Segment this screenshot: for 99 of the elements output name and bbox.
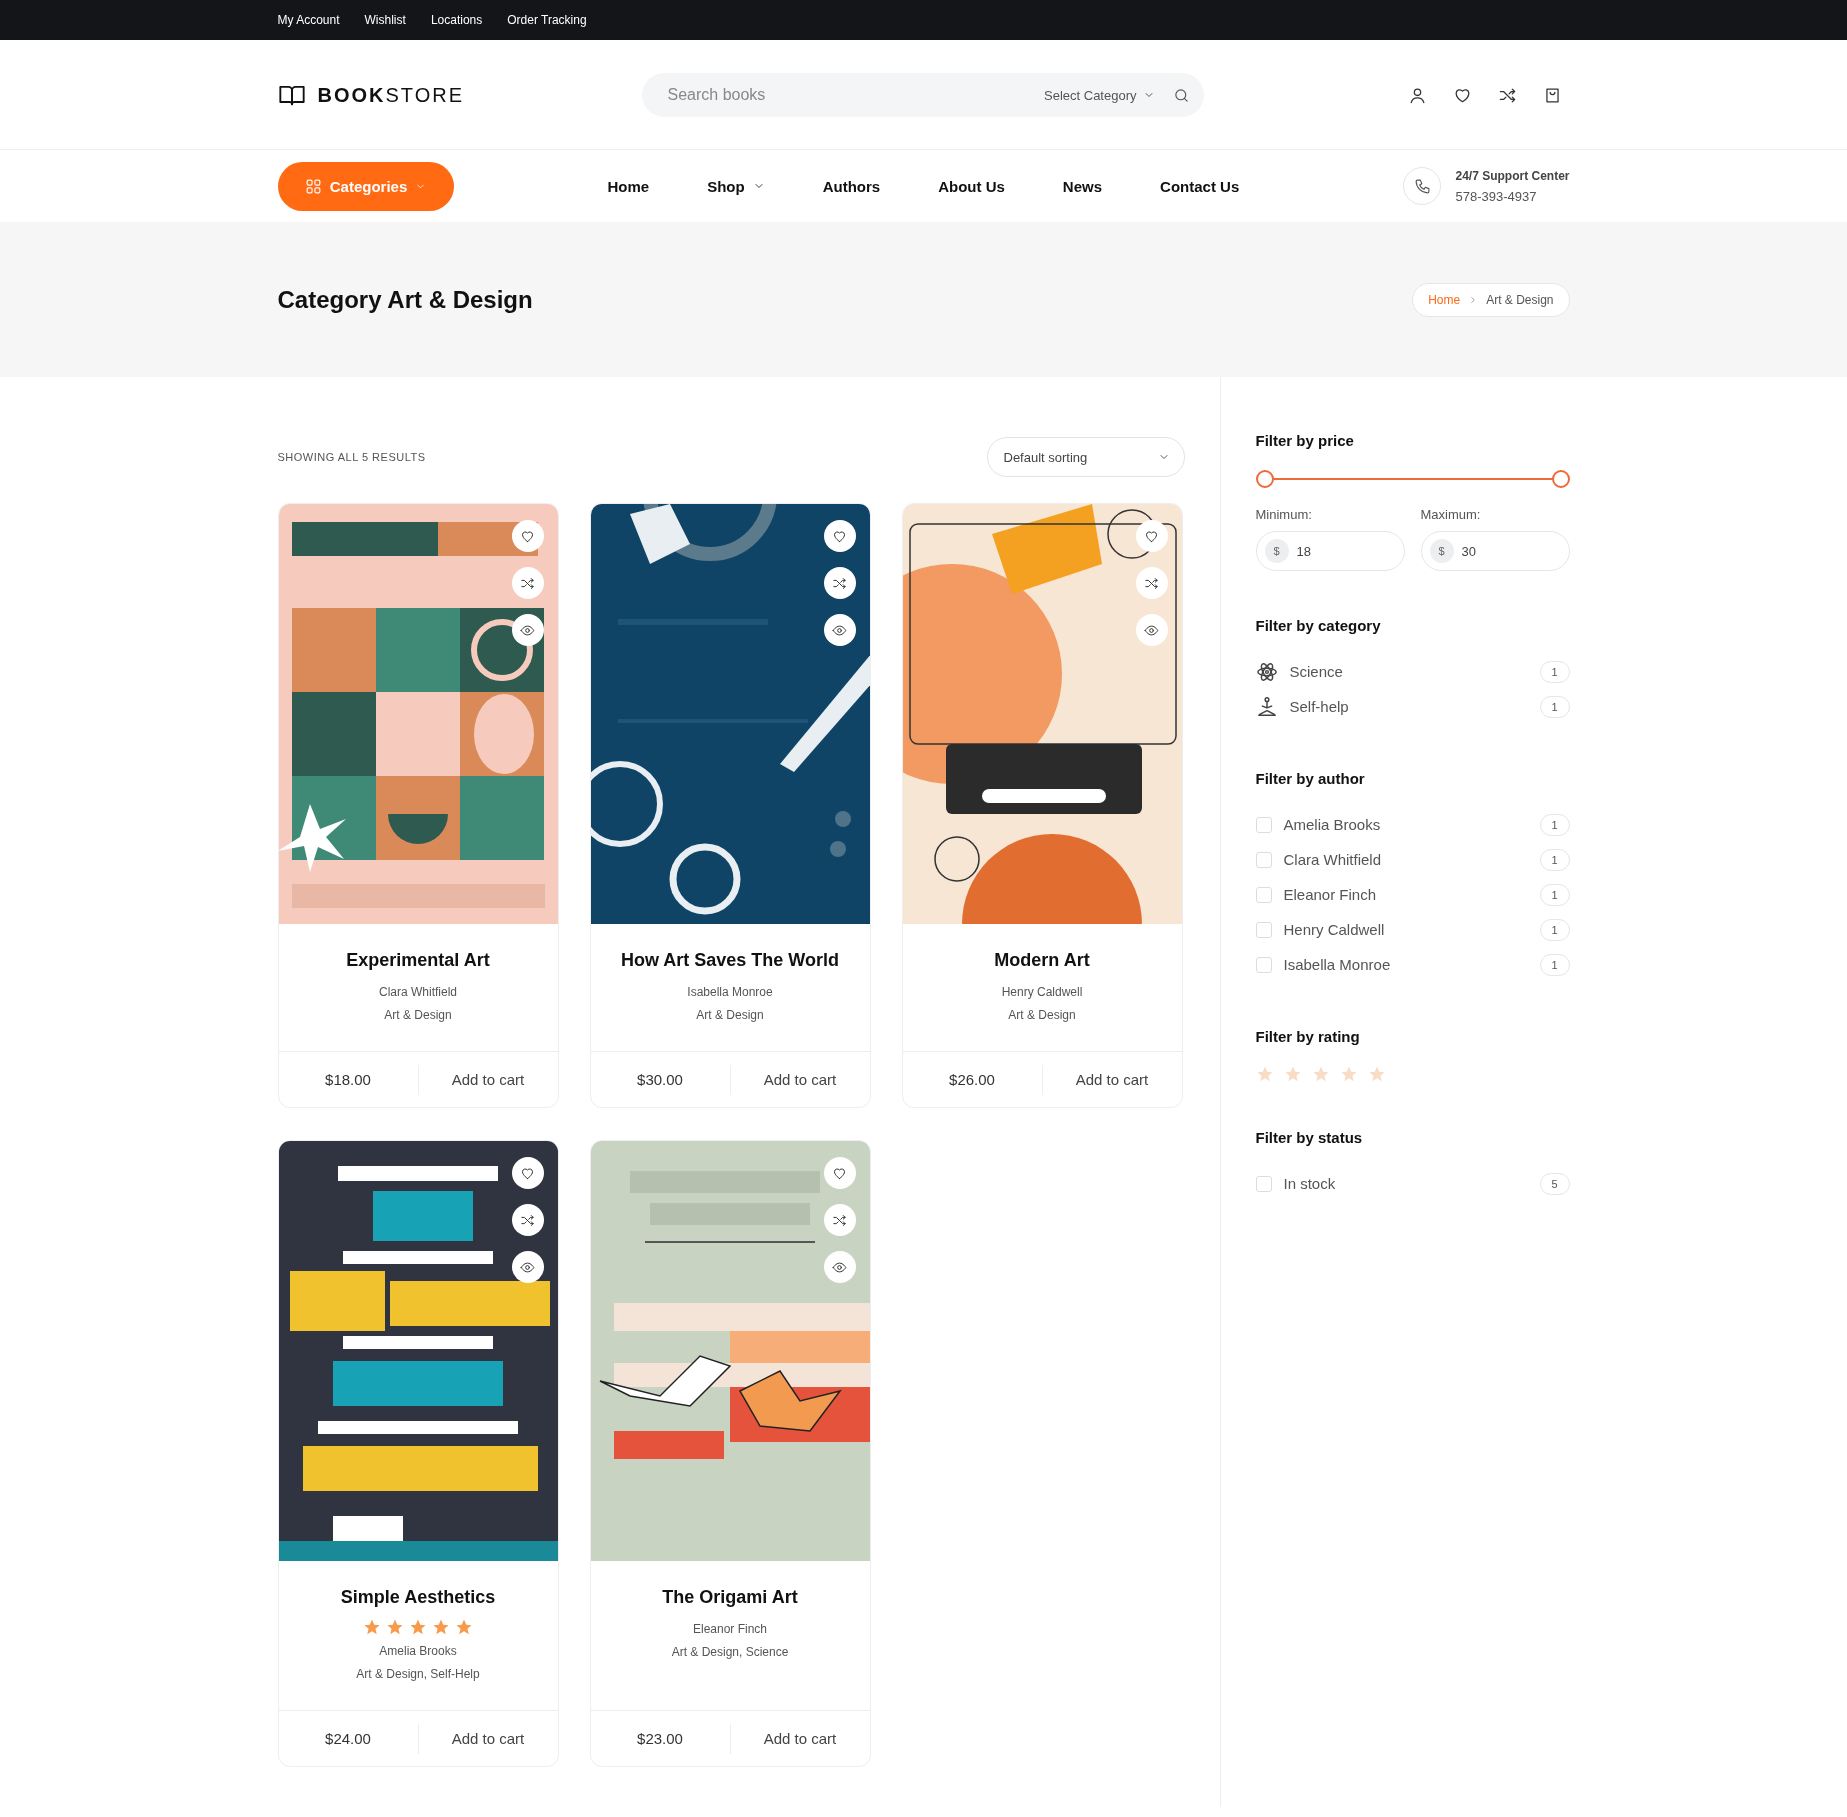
support-phone: 578-393-4937 (1455, 188, 1538, 204)
filter-option[interactable]: Henry Caldwell (1283, 921, 1528, 938)
nav-link[interactable]: Authors (822, 177, 881, 195)
star-icon (432, 1618, 450, 1636)
star-icon[interactable] (1339, 1065, 1358, 1083)
book-title[interactable]: The Origami Art (600, 1587, 860, 1608)
book-price: $18.00 (278, 1064, 419, 1095)
top-link[interactable]: Locations (430, 13, 483, 27)
heart-icon (832, 528, 847, 544)
top-link[interactable]: Wishlist (364, 13, 406, 27)
star-icon (409, 1618, 427, 1636)
shuffle-icon (832, 575, 847, 591)
checkbox[interactable] (1255, 956, 1272, 973)
heart-icon (1144, 528, 1159, 544)
search-icon[interactable] (1172, 86, 1190, 104)
shuffle-icon (520, 575, 535, 591)
book-price: $24.00 (278, 1723, 419, 1754)
search-field[interactable]: Search books Select Category (641, 73, 1204, 117)
top-link[interactable]: Order Tracking (507, 13, 587, 27)
eye-icon (1144, 622, 1159, 638)
book-price: $23.00 (590, 1723, 731, 1754)
filter-option[interactable]: In stock (1283, 1175, 1528, 1192)
grid-icon (304, 177, 322, 195)
filter-title: Filter by price (1255, 432, 1355, 449)
nav-link[interactable]: News (1062, 177, 1103, 195)
star-icon (363, 1618, 381, 1636)
add-to-cart-link[interactable]: Add to cart (1042, 1071, 1182, 1088)
eye-icon (832, 622, 847, 638)
results-count: SHOWING ALL 5 RESULTS (277, 451, 426, 463)
filter-option[interactable]: Clara Whitfield (1283, 851, 1528, 868)
book-categories: Art & Design (1007, 1008, 1077, 1022)
filter-title: Filter by rating (1255, 1028, 1361, 1045)
support-title: 24/7 Support Center (1455, 168, 1570, 183)
book-author: Eleanor Finch (691, 1622, 768, 1636)
slider-handle[interactable] (1551, 470, 1570, 488)
filter-title: Filter by author (1255, 770, 1366, 787)
star-icon (386, 1618, 404, 1636)
filter-option[interactable]: Eleanor Finch (1283, 886, 1528, 903)
add-to-cart-link[interactable]: Add to cart (418, 1730, 558, 1747)
nav-link[interactable]: Contact Us (1160, 177, 1240, 195)
sort-select[interactable]: Default sorting (986, 437, 1185, 477)
slider-handle[interactable] (1255, 470, 1274, 488)
field-label: Maximum: (1420, 507, 1482, 522)
breadcrumb-current: Art & Design (1486, 292, 1554, 307)
star-icon[interactable] (1255, 1065, 1274, 1083)
heart-icon (520, 528, 535, 544)
checkbox[interactable] (1255, 921, 1272, 938)
checkbox[interactable] (1255, 886, 1272, 903)
star-icon[interactable] (1367, 1065, 1386, 1083)
filter-option[interactable]: Isabella Monroe (1283, 956, 1528, 973)
heart-icon (832, 1165, 847, 1181)
category-link[interactable]: Science (1289, 663, 1528, 680)
shuffle-icon (1144, 575, 1159, 591)
nav-link[interactable]: About Us (938, 177, 1005, 195)
book-title[interactable]: How Art Saves The World (600, 950, 860, 971)
eye-icon (832, 1259, 847, 1275)
add-to-cart-link[interactable]: Add to cart (730, 1071, 870, 1088)
book-title[interactable]: Simple Aesthetics (288, 1587, 548, 1608)
eye-icon (520, 622, 535, 638)
logo-text: BOOKSTORE (317, 83, 465, 107)
category-link[interactable]: Self-help (1289, 698, 1528, 715)
book-title[interactable]: Experimental Art (288, 950, 548, 971)
add-to-cart-link[interactable]: Add to cart (730, 1730, 870, 1747)
nav-link[interactable]: Shop (707, 177, 765, 195)
add-to-cart-link[interactable]: Add to cart (418, 1071, 558, 1088)
page-title: Category Art & Design (277, 285, 533, 314)
book-categories: Art & Design, Science (670, 1645, 790, 1659)
shuffle-icon (832, 1212, 847, 1228)
filter-title: Filter by status (1255, 1129, 1364, 1146)
top-link[interactable]: My Account (277, 13, 340, 27)
star-icon[interactable] (1283, 1065, 1302, 1083)
book-categories: Art & Design (383, 1008, 453, 1022)
heart-icon (520, 1165, 535, 1181)
star-icon (455, 1618, 473, 1636)
nav-link[interactable]: Home (607, 177, 650, 195)
phone-glyph-icon (1413, 177, 1431, 195)
book-author: Henry Caldwell (1000, 985, 1084, 999)
star-icon[interactable] (1311, 1065, 1330, 1083)
book-price: $30.00 (590, 1064, 731, 1095)
currency-badge: $ (1429, 539, 1454, 563)
filter-title: Filter by category (1255, 617, 1382, 634)
currency-badge: $ (1264, 539, 1289, 563)
eye-icon (520, 1259, 535, 1275)
atom-icon (1255, 660, 1278, 683)
book-author: Amelia Brooks (378, 1644, 458, 1658)
book-title[interactable]: Modern Art (912, 950, 1172, 971)
checkbox[interactable] (1255, 851, 1272, 868)
filter-option[interactable]: Amelia Brooks (1283, 816, 1528, 833)
book-author: Clara Whitfield (378, 985, 458, 999)
book-categories: Art & Design (695, 1008, 765, 1022)
book-categories: Art & Design, Self-Help (355, 1667, 481, 1681)
price-slider[interactable] (1255, 469, 1570, 489)
field-label: Minimum: (1255, 507, 1313, 522)
category-select[interactable]: Select Category (1044, 87, 1155, 103)
shuffle-icon (520, 1212, 535, 1228)
checkbox[interactable] (1255, 1175, 1272, 1192)
book-author: Isabella Monroe (686, 985, 774, 999)
book-price: $26.00 (902, 1064, 1043, 1095)
checkbox[interactable] (1255, 816, 1272, 833)
